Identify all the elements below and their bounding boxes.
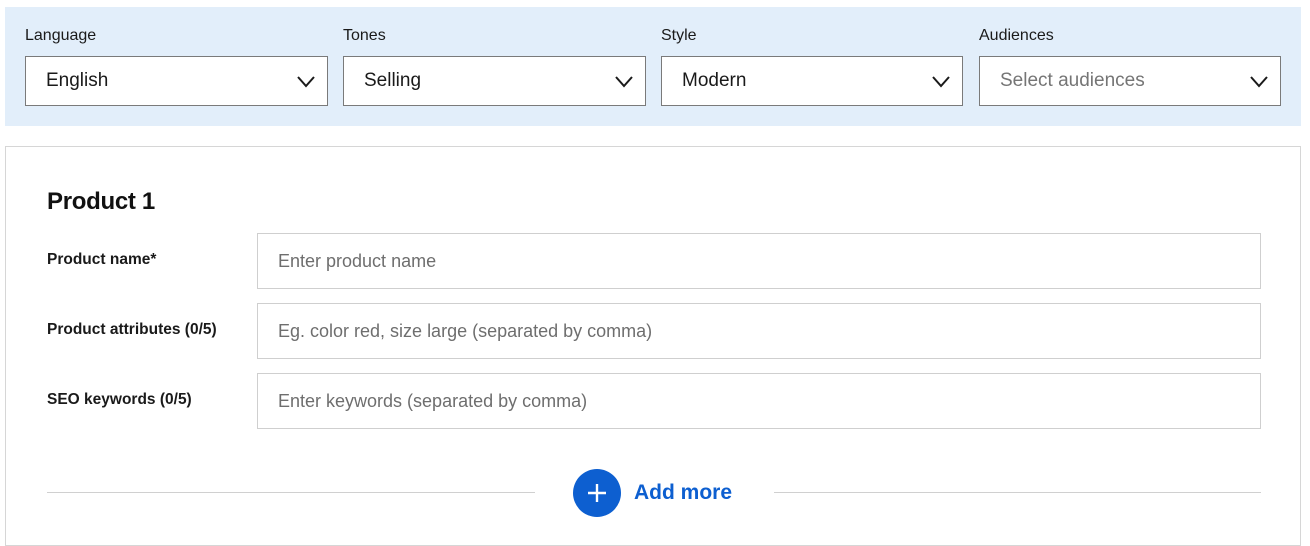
chevron-down-icon [1250,76,1268,88]
product-card: Product 1 Product name* Product attribut… [5,146,1301,546]
add-more-button[interactable]: Add more [573,469,732,517]
language-select-value: English [46,70,109,91]
product-name-label: Product name* [47,251,157,268]
seo-keywords-input[interactable] [257,373,1261,429]
product-attributes-input[interactable] [257,303,1261,359]
language-label: Language [25,27,97,44]
filter-bar: Language English Tones Selling Style Mod… [5,7,1301,126]
plus-icon [573,469,621,517]
audiences-label: Audiences [979,27,1054,44]
tones-label: Tones [343,27,386,44]
divider-left [47,492,535,493]
style-label: Style [661,27,697,44]
product-title: Product 1 [47,188,155,215]
language-select[interactable]: English [25,56,328,106]
chevron-down-icon [615,76,633,88]
audiences-select-placeholder: Select audiences [1000,70,1145,91]
audiences-select[interactable]: Select audiences [979,56,1281,106]
product-attributes-label: Product attributes (0/5) [47,321,217,338]
style-select-value: Modern [682,70,747,91]
tones-select-value: Selling [364,70,422,91]
chevron-down-icon [297,76,315,88]
divider-right [774,492,1261,493]
chevron-down-icon [932,76,950,88]
style-select[interactable]: Modern [661,56,963,106]
tones-select[interactable]: Selling [343,56,646,106]
product-name-input[interactable] [257,233,1261,289]
seo-keywords-label: SEO keywords (0/5) [47,391,192,408]
add-more-label: Add more [634,481,733,504]
